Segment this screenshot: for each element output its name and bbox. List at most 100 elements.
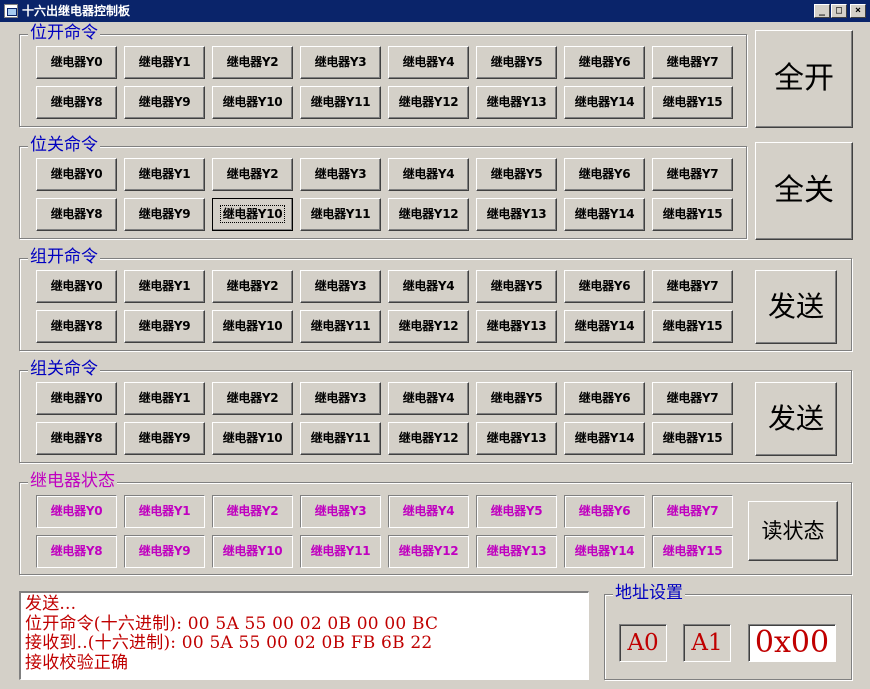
relay-label-y7: 继电器Y7: [666, 279, 719, 293]
group-on-relay-y10[interactable]: 继电器Y10: [212, 310, 293, 343]
relay-label-y12: 继电器Y12: [398, 95, 459, 109]
group-on-relay-y5[interactable]: 继电器Y5: [476, 270, 557, 303]
group-on-relay-y15[interactable]: 继电器Y15: [652, 310, 733, 343]
bit-on-relay-y5[interactable]: 继电器Y5: [476, 46, 557, 79]
group-off-relay-y11[interactable]: 继电器Y11: [300, 422, 381, 455]
relay-label-y13: 继电器Y13: [486, 431, 547, 445]
relay-label-y0: 继电器Y0: [50, 55, 103, 69]
bit-on-relay-y13[interactable]: 继电器Y13: [476, 86, 557, 119]
bit-off-relay-y10[interactable]: 继电器Y10: [212, 198, 293, 231]
address-group-title: 地址设置: [613, 582, 685, 604]
group-off-relay-y12[interactable]: 继电器Y12: [388, 422, 469, 455]
relay-label-y3: 继电器Y3: [314, 55, 367, 69]
log-line: 发送...: [25, 594, 77, 614]
bit-off-relay-y4[interactable]: 继电器Y4: [388, 158, 469, 191]
relay-label-y15: 继电器Y15: [662, 319, 723, 333]
close-button[interactable]: ×: [850, 4, 866, 18]
group-off-relay-y14[interactable]: 继电器Y14: [564, 422, 645, 455]
group-on-relay-y3[interactable]: 继电器Y3: [300, 270, 381, 303]
read-status-button[interactable]: 读状态: [748, 501, 838, 561]
log-output[interactable]: 发送... 位开命令(十六进制): 00 5A 55 00 02 0B 00 0…: [19, 591, 589, 680]
group-on-relay-y14[interactable]: 继电器Y14: [564, 310, 645, 343]
bit-off-relay-y9[interactable]: 继电器Y9: [124, 198, 205, 231]
bit-off-relay-y11[interactable]: 继电器Y11: [300, 198, 381, 231]
relay-label-y15: 继电器Y15: [662, 431, 723, 445]
group-off-relay-y1[interactable]: 继电器Y1: [124, 382, 205, 415]
bit-on-relay-y10[interactable]: 继电器Y10: [212, 86, 293, 119]
relay-label-y11: 继电器Y11: [310, 207, 371, 221]
relay-label-y14: 继电器Y14: [574, 319, 635, 333]
relay-label-y6: 继电器Y6: [578, 391, 631, 405]
status-label-y0: 继电器Y0: [50, 504, 103, 518]
group-on-relay-y9[interactable]: 继电器Y9: [124, 310, 205, 343]
bit-off-relay-y12[interactable]: 继电器Y12: [388, 198, 469, 231]
bit-on-relay-y8[interactable]: 继电器Y8: [36, 86, 117, 119]
group-on-relay-y0[interactable]: 继电器Y0: [36, 270, 117, 303]
minimize-button[interactable]: _: [814, 4, 830, 18]
bit-off-relay-y15[interactable]: 继电器Y15: [652, 198, 733, 231]
group-off-relay-y15[interactable]: 继电器Y15: [652, 422, 733, 455]
bit-off-relay-y5[interactable]: 继电器Y5: [476, 158, 557, 191]
bit-off-relay-y14[interactable]: 继电器Y14: [564, 198, 645, 231]
bit-on-relay-y3[interactable]: 继电器Y3: [300, 46, 381, 79]
bit-off-relay-y13[interactable]: 继电器Y13: [476, 198, 557, 231]
group-off-relay-y7[interactable]: 继电器Y7: [652, 382, 733, 415]
bit-on-relay-y6[interactable]: 继电器Y6: [564, 46, 645, 79]
bit-off-relay-y2[interactable]: 继电器Y2: [212, 158, 293, 191]
group-on-relay-y7[interactable]: 继电器Y7: [652, 270, 733, 303]
all-off-button[interactable]: 全关: [755, 142, 853, 240]
bit-off-relay-y7[interactable]: 继电器Y7: [652, 158, 733, 191]
group-on-relay-y12[interactable]: 继电器Y12: [388, 310, 469, 343]
app-icon[interactable]: [4, 4, 18, 18]
status-label-y13: 继电器Y13: [486, 544, 547, 558]
bit-on-relay-y0[interactable]: 继电器Y0: [36, 46, 117, 79]
bit-on-relay-y9[interactable]: 继电器Y9: [124, 86, 205, 119]
bit-off-relay-y1[interactable]: 继电器Y1: [124, 158, 205, 191]
address-value-field[interactable]: 0x00: [748, 624, 836, 662]
group-on-relay-y8[interactable]: 继电器Y8: [36, 310, 117, 343]
bit-on-relay-y4[interactable]: 继电器Y4: [388, 46, 469, 79]
group-on-send-button[interactable]: 发送: [755, 270, 837, 344]
bit-off-relay-y3[interactable]: 继电器Y3: [300, 158, 381, 191]
group-off-send-button[interactable]: 发送: [755, 382, 837, 456]
bit-on-relay-y15[interactable]: 继电器Y15: [652, 86, 733, 119]
group-off-relay-y8[interactable]: 继电器Y8: [36, 422, 117, 455]
bit-off-relay-y8[interactable]: 继电器Y8: [36, 198, 117, 231]
relay-label-y11: 继电器Y11: [310, 431, 371, 445]
group-on-relay-y4[interactable]: 继电器Y4: [388, 270, 469, 303]
group-off-relay-y0[interactable]: 继电器Y0: [36, 382, 117, 415]
group-off-relay-y5[interactable]: 继电器Y5: [476, 382, 557, 415]
group-off-relay-y6[interactable]: 继电器Y6: [564, 382, 645, 415]
status-box-y13: 继电器Y13: [476, 535, 557, 568]
status-box-y3: 继电器Y3: [300, 495, 381, 528]
group-off-relay-y3[interactable]: 继电器Y3: [300, 382, 381, 415]
relay-label-y3: 继电器Y3: [314, 279, 367, 293]
bit-on-relay-y11[interactable]: 继电器Y11: [300, 86, 381, 119]
relay-label-y14: 继电器Y14: [574, 431, 635, 445]
bit-on-relay-y12[interactable]: 继电器Y12: [388, 86, 469, 119]
bit-off-relay-y0[interactable]: 继电器Y0: [36, 158, 117, 191]
bit-off-relay-y6[interactable]: 继电器Y6: [564, 158, 645, 191]
bit-on-relay-y7[interactable]: 继电器Y7: [652, 46, 733, 79]
group-on-relay-y2[interactable]: 继电器Y2: [212, 270, 293, 303]
all-on-button[interactable]: 全开: [755, 30, 853, 128]
group-off-relay-y13[interactable]: 继电器Y13: [476, 422, 557, 455]
relay-label-y1: 继电器Y1: [138, 279, 191, 293]
group-off-relay-y2[interactable]: 继电器Y2: [212, 382, 293, 415]
group-on-relay-y6[interactable]: 继电器Y6: [564, 270, 645, 303]
bit-on-relay-y2[interactable]: 继电器Y2: [212, 46, 293, 79]
group-on-relay-y11[interactable]: 继电器Y11: [300, 310, 381, 343]
relay-label-y8: 继电器Y8: [50, 207, 103, 221]
bit-on-relay-y1[interactable]: 继电器Y1: [124, 46, 205, 79]
group-off-relay-y4[interactable]: 继电器Y4: [388, 382, 469, 415]
group-on-relay-y13[interactable]: 继电器Y13: [476, 310, 557, 343]
group-on-relay-y1[interactable]: 继电器Y1: [124, 270, 205, 303]
relay-label-y0: 继电器Y0: [50, 167, 103, 181]
status-label-y11: 继电器Y11: [310, 544, 371, 558]
status-box-y10: 继电器Y10: [212, 535, 293, 568]
maximize-button[interactable]: □: [831, 4, 847, 18]
group-off-relay-y9[interactable]: 继电器Y9: [124, 422, 205, 455]
group-off-relay-y10[interactable]: 继电器Y10: [212, 422, 293, 455]
bit-on-relay-y14[interactable]: 继电器Y14: [564, 86, 645, 119]
relay-label-y5: 继电器Y5: [490, 391, 543, 405]
